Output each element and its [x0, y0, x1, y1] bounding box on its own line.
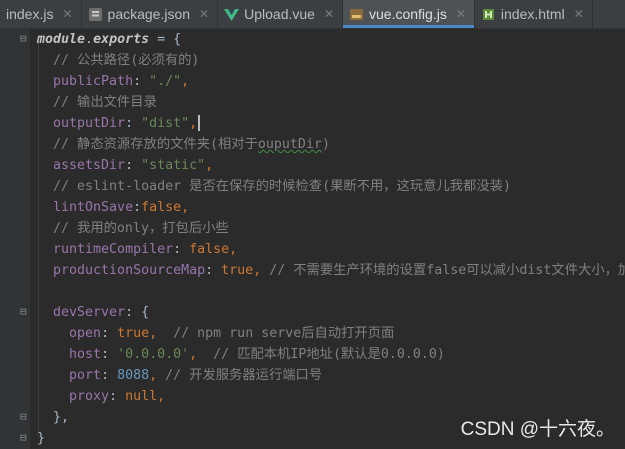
property-key: outputDir — [53, 116, 126, 131]
token-object-close: }, — [53, 410, 70, 425]
property-key: lintOnSave — [53, 200, 134, 215]
property-key: open — [69, 326, 102, 341]
code-line: assetsDir: "static", — [53, 158, 214, 173]
property-key: assetsDir — [53, 158, 126, 173]
comment-typo: ouputDir — [257, 137, 322, 152]
comment: // 匹配本机IP地址(默认是0.0.0.0) — [213, 347, 445, 362]
comment: // 输出文件目录 — [53, 95, 157, 110]
string-value: "static" — [141, 158, 206, 173]
boolean-value: false — [189, 242, 230, 257]
code-line: productionSourceMap: true, // 不需要生产环境的设置… — [37, 260, 625, 281]
code-editor[interactable]: ⊟ ⊟ ⊟ ⊟ module.exports = { // 公共路径(必须有的)… — [0, 29, 625, 449]
code-line: host: '0.0.0.0', // 匹配本机IP地址(默认是0.0.0.0) — [69, 347, 445, 362]
token-object-open: : { — [125, 305, 150, 320]
comment: // 开发服务器运行端口号 — [165, 368, 323, 383]
code-line: // eslint-loader 是否在保存的时候检查(果断不用，这玩意儿我都没… — [37, 176, 625, 197]
tab-label: index.js — [6, 6, 54, 22]
tab-package-json[interactable]: package.json ✕ — [82, 0, 219, 28]
property-key: productionSourceMap — [53, 263, 206, 278]
comment: // 不需要生产环境的设置false可以减小dist文件大小，加 — [269, 263, 625, 278]
string-value: "dist" — [141, 116, 190, 131]
boolean-value: false — [141, 200, 182, 215]
property-key: publicPath — [53, 74, 134, 89]
fold-marker-icon[interactable]: ⊟ — [20, 432, 27, 444]
property-key: host — [69, 347, 102, 362]
string-value: '0.0.0.0' — [117, 347, 190, 362]
string-value: "./" — [149, 74, 182, 89]
code-line: // 公共路径(必须有的) — [37, 50, 625, 71]
tab-label: index.html — [500, 6, 565, 22]
code-line: runtimeCompiler: false, — [53, 242, 238, 257]
text-caret — [198, 115, 200, 131]
code-line: lintOnSave:false, — [53, 200, 190, 215]
comment: ) — [321, 137, 330, 152]
comment: // npm run serve后自动打开页面 — [173, 326, 395, 341]
property-key: runtimeCompiler — [53, 242, 174, 257]
code-line: devServer: { — [37, 302, 625, 323]
close-icon[interactable]: ✕ — [199, 7, 209, 21]
js-config-file-icon — [350, 8, 363, 20]
tab-label: vue.config.js — [369, 6, 447, 22]
watermark: CSDN @十六夜。 — [460, 419, 615, 440]
token-dot: . — [85, 32, 94, 47]
token-object-close: } — [37, 431, 46, 446]
tab-index-html[interactable]: index.html ✕ — [475, 0, 593, 28]
tab-index-js[interactable]: index.js ✕ — [0, 0, 82, 28]
null-value: null — [125, 389, 158, 404]
tab-upload-vue[interactable]: Upload.vue ✕ — [218, 0, 343, 28]
code-line: proxy: null, — [69, 389, 166, 404]
code-line: // 输出文件目录 — [37, 92, 625, 113]
number-value: 8088 — [117, 368, 150, 383]
html-file-icon — [482, 8, 494, 20]
token-module: module — [37, 32, 86, 47]
json-file-icon — [88, 7, 102, 21]
tab-label: Upload.vue — [244, 6, 315, 22]
tab-vue-config-js[interactable]: vue.config.js ✕ — [343, 0, 475, 28]
fold-marker-icon[interactable]: ⊟ — [20, 411, 27, 423]
property-key: proxy — [69, 389, 110, 404]
property-key: port — [69, 368, 102, 383]
comment: // eslint-loader 是否在保存的时候检查(果断不用，这玩意儿我都没… — [53, 179, 511, 194]
comment: // 我用的only，打包后小些 — [53, 221, 229, 236]
close-icon[interactable]: ✕ — [456, 7, 466, 21]
code-line: port: 8088, // 开发服务器运行端口号 — [69, 368, 323, 383]
token-assign: = { — [149, 32, 182, 47]
editor-tab-bar: index.js ✕ package.json ✕ Upload.vue ✕ v… — [0, 0, 625, 29]
code-line: module.exports = { — [37, 29, 625, 50]
code-lines: module.exports = { // 公共路径(必须有的) publicP… — [37, 29, 625, 449]
boolean-value: true — [117, 326, 150, 341]
close-icon[interactable]: ✕ — [574, 7, 584, 21]
code-line: outputDir: "dist", — [37, 113, 625, 134]
token-exports: exports — [93, 32, 150, 47]
close-icon[interactable]: ✕ — [62, 7, 72, 21]
fold-marker-icon[interactable]: ⊟ — [20, 33, 27, 45]
boolean-value: true — [221, 263, 254, 278]
close-icon[interactable]: ✕ — [324, 7, 334, 21]
fold-marker-icon[interactable]: ⊟ — [20, 306, 27, 318]
editor-gutter: ⊟ ⊟ ⊟ ⊟ — [0, 29, 30, 449]
code-line: // 我用的only，打包后小些 — [37, 218, 625, 239]
vue-file-icon — [224, 8, 240, 21]
property-key: devServer — [53, 305, 126, 320]
code-line: publicPath: "./", — [53, 74, 190, 89]
comment: // 公共路径(必须有的) — [53, 53, 200, 68]
code-line: open: true, // npm run serve后自动打开页面 — [69, 326, 395, 341]
code-line: // 静态资源存放的文件夹(相对于ouputDir) — [37, 134, 625, 155]
tab-label: package.json — [107, 6, 191, 22]
comment: // 静态资源存放的文件夹(相对于 — [53, 137, 258, 152]
